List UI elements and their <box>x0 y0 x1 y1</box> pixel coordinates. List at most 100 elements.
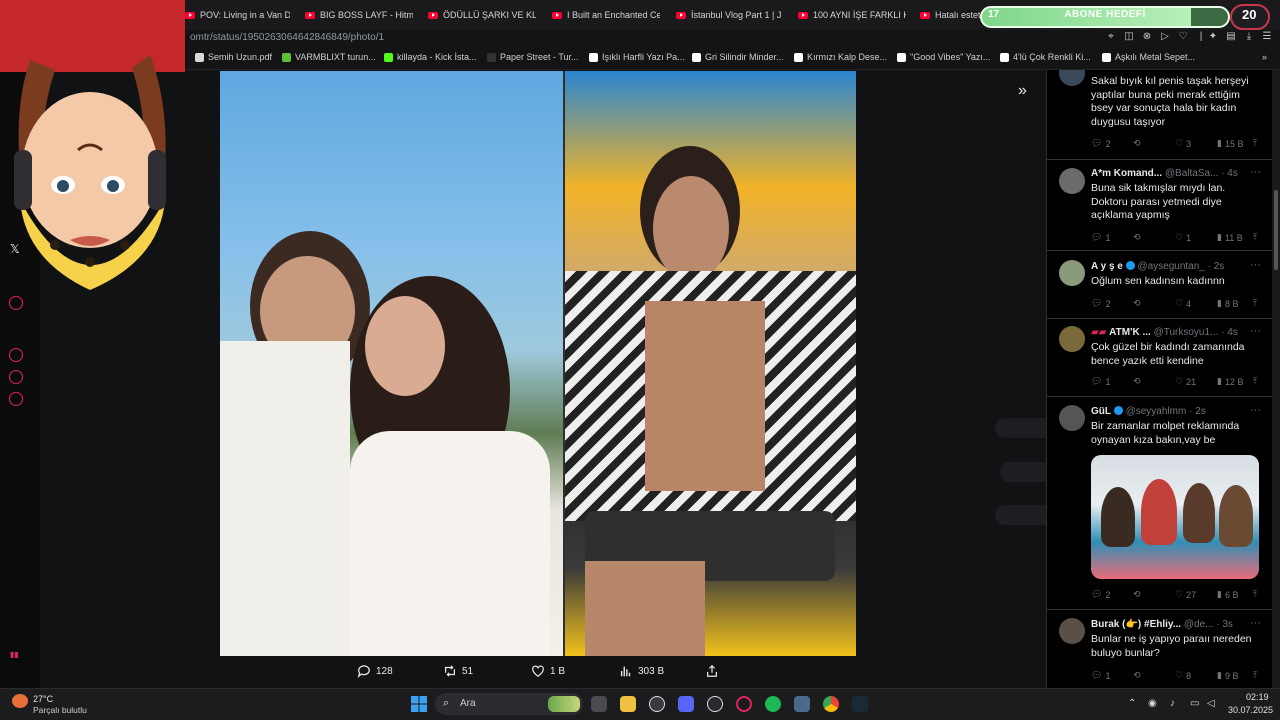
translate-icon[interactable]: ⌖ <box>1104 31 1118 42</box>
reply-count[interactable]: 💬︎ 1 <box>1091 376 1110 387</box>
bookmark-item[interactable]: 4'lü Çok Renkli Ki... <box>1000 52 1091 62</box>
reply-count[interactable]: 💬︎ 2 <box>1091 298 1110 309</box>
bookmark-item[interactable]: Paper Street - Tur... <box>487 52 579 62</box>
share-icon[interactable]: ⤒ <box>1253 138 1257 149</box>
share-button[interactable] <box>705 664 719 678</box>
post-photo[interactable] <box>220 71 856 656</box>
repost-icon[interactable]: ⟲ <box>1133 670 1141 681</box>
reply-count[interactable]: 💬︎ 1 <box>1091 232 1110 243</box>
chrome-icon[interactable] <box>823 696 839 712</box>
tab-item[interactable]: Hatalı estetik <box>920 6 980 24</box>
views-count[interactable]: ▮ 15 B <box>1217 138 1243 149</box>
views-count[interactable]: ▮ 8 B <box>1217 298 1238 309</box>
steam-icon[interactable] <box>852 696 868 712</box>
network-icon[interactable]: ▭ <box>1190 698 1199 709</box>
repost-icon[interactable]: ⟲ <box>1133 232 1141 243</box>
block-icon[interactable]: ⊗ <box>1140 31 1154 42</box>
reply-item[interactable]: Sakal bıyık kıl penis taşak herşeyi yapt… <box>1047 70 1272 160</box>
tab-item[interactable]: İstanbul Vlog Part 1 | J <box>676 6 784 24</box>
weather-icon[interactable] <box>12 694 28 708</box>
menu-icon[interactable]: ☰ <box>1260 31 1274 42</box>
share-icon[interactable]: ⤒ <box>1253 670 1257 681</box>
more-options-icon[interactable]: ··· <box>1250 259 1261 271</box>
reply-count[interactable]: 💬︎ 2 <box>1091 589 1110 600</box>
heart-icon[interactable]: ♡ <box>1176 31 1190 42</box>
clock-icon[interactable] <box>9 348 23 362</box>
more-options-icon[interactable]: ··· <box>1250 166 1261 178</box>
repost-icon[interactable]: ⟲ <box>1133 589 1141 600</box>
weather-description[interactable]: Parçalı bulutlu <box>33 705 87 715</box>
bookmark-item[interactable]: "Good Vibes" Yazı... <box>897 52 990 62</box>
more-options-icon[interactable]: ··· <box>1250 404 1261 416</box>
network-app-icon[interactable] <box>794 696 810 712</box>
screenshot-icon[interactable]: ◫ <box>1122 31 1136 42</box>
like-count[interactable]: ♡ 8 <box>1175 670 1191 681</box>
avatar[interactable] <box>1059 260 1085 286</box>
discord-icon[interactable] <box>678 696 694 712</box>
tray-overflow-icon[interactable]: ⌃ <box>1128 698 1136 709</box>
tray-app-icon[interactable]: ◉ <box>1148 698 1157 709</box>
avatar[interactable] <box>1059 326 1085 352</box>
reply-button[interactable]: 128 <box>357 664 393 678</box>
like-count[interactable]: ♡ 27 <box>1175 589 1196 600</box>
reply-item[interactable]: Burak (👉) #Ehliy... @de... · 3s ··· Bunl… <box>1047 610 1272 688</box>
bookmark-item[interactable]: Kırmızı Kalp Dese... <box>794 52 887 62</box>
wallet-icon[interactable]: ▤ <box>1224 31 1238 42</box>
reply-count[interactable]: 💬︎ 2 <box>1091 138 1110 149</box>
tab-item[interactable]: 100 AYNI İŞE FARKLI Kİ <box>798 6 906 24</box>
extensions-icon[interactable]: ✦ <box>1206 31 1220 42</box>
expand-panel-icon[interactable]: » <box>1018 82 1027 100</box>
bookmarks-overflow-icon[interactable]: » <box>1262 52 1267 62</box>
scrollbar-thumb[interactable] <box>1274 190 1278 270</box>
share-icon[interactable]: ⤒ <box>1253 298 1257 309</box>
app-icon[interactable] <box>707 696 723 712</box>
bookmark-item[interactable]: Gri Silindir Minder... <box>692 52 784 62</box>
download-icon[interactable]: ⤓ <box>1242 31 1256 42</box>
tab-item[interactable]: BIG BOSS LAYF - Hitma <box>305 6 413 24</box>
reply-count[interactable]: 💬︎ 1 <box>1091 670 1110 681</box>
views-count[interactable]: ▮ 9 B <box>1217 670 1238 681</box>
url-field[interactable]: omtr/status/1950263064642846849/photo/1 <box>190 32 384 43</box>
avatar[interactable] <box>1059 405 1085 431</box>
like-button[interactable]: 1 B <box>531 664 565 678</box>
reply-image[interactable] <box>1091 455 1259 579</box>
bookmark-item[interactable]: Aşkılı Metal Sepet... <box>1102 52 1195 62</box>
weather-temperature[interactable]: 27°C <box>33 694 53 704</box>
repost-button[interactable]: 51 <box>443 664 473 678</box>
more-options-icon[interactable]: ··· <box>1250 617 1261 629</box>
tab-item[interactable]: POV: Living in a Van Do <box>185 6 290 24</box>
like-count[interactable]: ♡ 21 <box>1175 376 1196 387</box>
like-count[interactable]: ♡ 3 <box>1175 138 1191 149</box>
repost-icon[interactable]: ⟲ <box>1133 376 1141 387</box>
microphone-icon[interactable]: ♪ <box>1170 698 1175 709</box>
avatar[interactable] <box>1059 168 1085 194</box>
avatar[interactable] <box>1059 70 1085 86</box>
settings-gear-icon[interactable] <box>649 696 665 712</box>
volume-icon[interactable]: ◁ <box>1207 698 1215 709</box>
clock-date[interactable]: 30.07.2025 <box>1228 705 1273 715</box>
task-view-icon[interactable] <box>591 696 607 712</box>
tab-item[interactable]: I Built an Enchanted Ce <box>552 6 660 24</box>
bookmark-item[interactable]: killayda - Kick İsta... <box>384 52 477 62</box>
views-count[interactable]: ▮ 6 B <box>1217 589 1238 600</box>
share-icon[interactable]: ⤒ <box>1253 376 1257 387</box>
reply-item[interactable]: ▰▰ ATM'K ... @Turksoyu1... · 4s ··· Çok … <box>1047 319 1272 397</box>
puzzle-icon[interactable] <box>9 370 23 384</box>
reply-item[interactable]: A*m Komand... @BaltaSa... · 4s ··· Buna … <box>1047 160 1272 251</box>
spotify-icon[interactable] <box>765 696 781 712</box>
share-icon[interactable]: ⤒ <box>1253 589 1257 600</box>
views-count[interactable]: ▮ 12 B <box>1217 376 1243 387</box>
bookmark-item[interactable]: Işıklı Harfli Yazı Pa... <box>589 52 685 62</box>
panel-scrollbar[interactable] <box>1272 70 1280 688</box>
tab-item[interactable]: ÖDÜLLÜ ŞARKI VE KLİP <box>428 6 536 24</box>
views-button[interactable]: 303 B <box>619 664 664 678</box>
bookmark-item[interactable]: Semih Uzun.pdf <box>195 52 272 62</box>
share-icon[interactable]: ⤒ <box>1253 232 1257 243</box>
opera-gx-icon[interactable] <box>736 696 752 712</box>
reply-item[interactable]: A y ş e @ayseguntan_ · 2s ··· Oğlum sen … <box>1047 251 1272 319</box>
clock-time[interactable]: 02:19 <box>1246 692 1269 702</box>
views-count[interactable]: ▮ 11 B <box>1217 232 1243 243</box>
repost-icon[interactable]: ⟲ <box>1133 298 1141 309</box>
play-icon[interactable]: ▷ <box>1158 31 1172 42</box>
reply-item[interactable]: GüL @seyyahlmm · 2s ··· Bir zamanlar mol… <box>1047 397 1272 610</box>
